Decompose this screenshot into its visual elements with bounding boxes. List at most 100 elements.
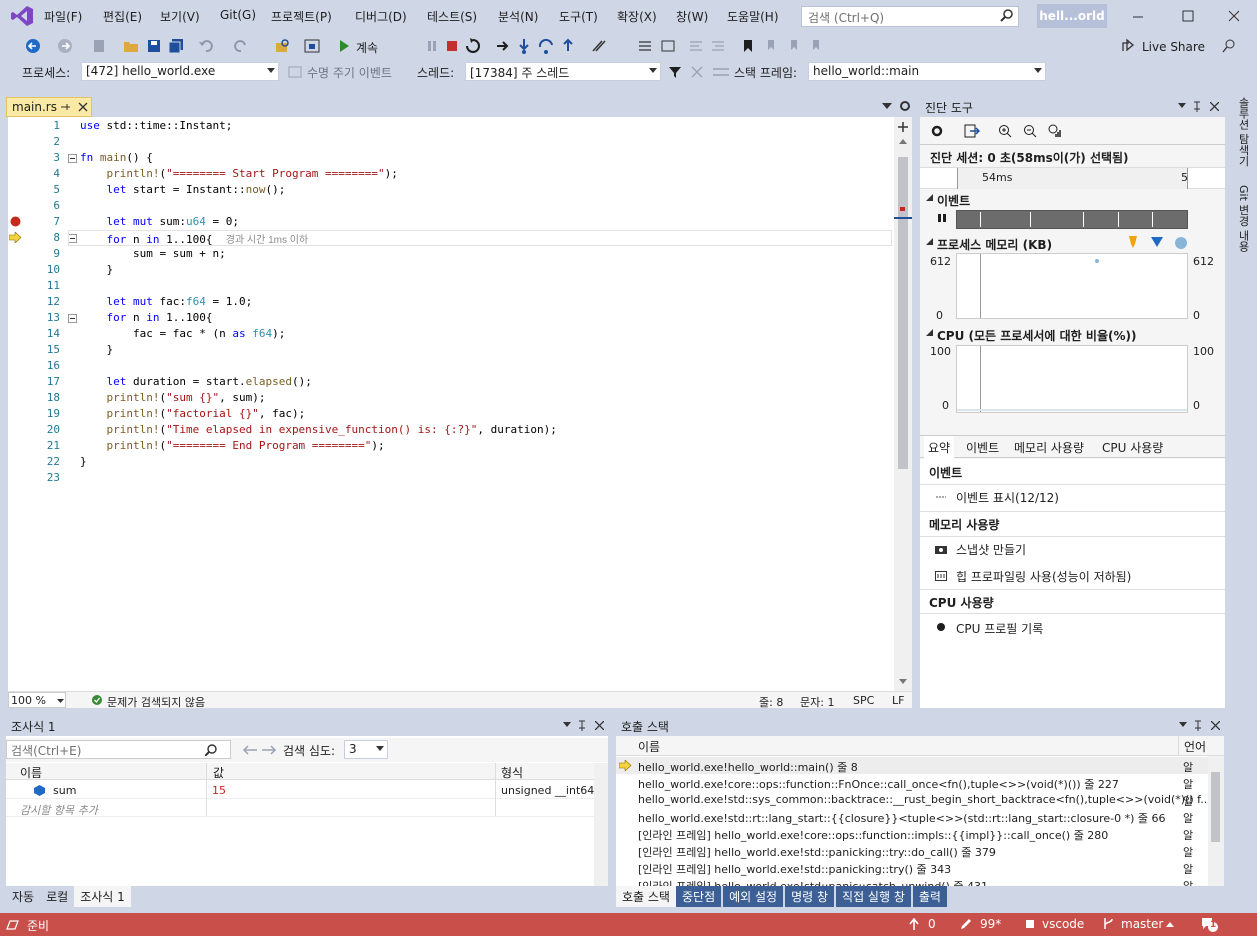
tab-exception-settings[interactable]: 예외 설정 (723, 886, 784, 907)
hex-display-icon[interactable] (590, 37, 608, 55)
continue-button[interactable]: 계속 (356, 39, 378, 56)
find-files-icon[interactable] (273, 37, 291, 55)
tab-command-window[interactable]: 명령 창 (785, 886, 835, 907)
pause-icon[interactable] (423, 37, 441, 55)
panel-close-icon[interactable] (1210, 102, 1219, 111)
collapse-main-icon[interactable] (68, 154, 77, 163)
tab-output[interactable]: 출력 (912, 886, 947, 907)
watch-close-icon[interactable] (595, 721, 604, 730)
show-next-statement-icon[interactable] (494, 37, 512, 55)
heap-profiling-toggle[interactable]: 힙 프로파일링 사용(성능이 저하됨) (956, 568, 1131, 585)
table-row[interactable]: [인라인 프레임] hello_world.exe!std::panic::ca… (616, 876, 1208, 886)
thread-dropdown[interactable]: [17384] 주 스레드 (465, 62, 661, 81)
stackframe-dropdown[interactable]: hello_world::main (808, 62, 1046, 81)
frame-name[interactable]: hello_world.exe!core::ops::function::FnO… (638, 776, 1119, 792)
scroll-down-icon[interactable] (899, 679, 907, 684)
tab-list-dropdown-icon[interactable] (882, 102, 892, 110)
menu-file[interactable]: 파일(F) (44, 8, 82, 25)
scroll-up-icon[interactable] (899, 139, 907, 144)
menu-git[interactable]: Git(G) (220, 8, 256, 22)
take-snapshot-link[interactable]: 스냅샷 만들기 (956, 541, 1026, 558)
step-into-icon[interactable] (515, 37, 533, 55)
table-row[interactable]: [인라인 프레임] hello_world.exe!std::panicking… (616, 842, 1208, 859)
branch-icon[interactable] (1102, 917, 1115, 930)
lifecycle-events-button[interactable]: 수명 주기 이벤트 (307, 64, 392, 81)
table-row[interactable]: [인라인 프레임] hello_world.exe!core::ops::fun… (616, 825, 1208, 842)
memory-collapse-icon[interactable] (926, 238, 933, 245)
whitespace-indicator[interactable]: SPC (853, 694, 874, 707)
menu-edit[interactable]: 편집(E) (103, 8, 142, 25)
callstack-close-icon[interactable] (1211, 721, 1220, 730)
record-cpu-profile-link[interactable]: CPU 프로필 기록 (956, 620, 1043, 637)
watch-add-hint[interactable]: 감시할 항목 추가 (20, 802, 98, 818)
branch-dropdown-icon[interactable] (1166, 922, 1174, 927)
watch-scrollbar[interactable] (594, 763, 608, 886)
frame-name[interactable]: [인라인 프레임] hello_world.exe!std::panic::ca… (638, 878, 988, 886)
search-depth-dropdown[interactable]: 3 (344, 740, 388, 759)
menu-view[interactable]: 보기(V) (160, 8, 200, 25)
table-row[interactable]: [인라인 프레임] hello_world.exe!std::panicking… (616, 859, 1208, 876)
menu-test[interactable]: 테스트(S) (427, 8, 477, 25)
live-share-button[interactable]: Live Share (1142, 40, 1205, 54)
split-icon[interactable] (896, 121, 910, 133)
tab-breakpoints[interactable]: 중단점 (675, 886, 722, 907)
process-dropdown[interactable]: [472] hello_world.exe (81, 62, 279, 81)
frame-name[interactable]: [인라인 프레임] hello_world.exe!std::panicking… (638, 861, 951, 877)
solution-explorer-tab[interactable]: 솔루션 탐색기 (1235, 97, 1251, 167)
events-collapse-icon[interactable] (926, 194, 933, 201)
watch-col-type[interactable]: 형식 (501, 764, 523, 781)
zoom-dropdown[interactable]: 100 % (8, 692, 66, 708)
back-icon[interactable] (24, 37, 42, 55)
breakpoint-icon[interactable] (10, 216, 21, 227)
thread-icon[interactable] (636, 37, 654, 55)
menu-tools[interactable]: 도구(T) (559, 8, 598, 25)
settings-gear-icon[interactable] (899, 100, 911, 112)
maximize-button[interactable] (1170, 4, 1206, 28)
tab-immediate-window[interactable]: 직접 실행 창 (836, 886, 911, 907)
reset-zoom-icon[interactable] (1048, 124, 1062, 138)
table-row[interactable]: hello_world.exe!core::ops::function::FnO… (616, 774, 1208, 791)
flag-thread-icon[interactable] (690, 65, 704, 79)
branch-name[interactable]: master (1121, 917, 1163, 931)
tab-memory-usage[interactable]: 메모리 사용량 (1014, 439, 1084, 456)
screenshot-icon[interactable] (303, 37, 321, 55)
panel-pin-icon[interactable] (1192, 101, 1202, 112)
table-row[interactable]: hello_world.exe!hello_world::main() 줄 8 … (616, 757, 1208, 774)
pencil-icon[interactable] (960, 918, 972, 930)
changes-count[interactable]: 99* (980, 917, 1001, 931)
show-events-link[interactable]: 이벤트 표시(12/12) (956, 489, 1059, 506)
code-editor[interactable]: 1 2 3 4 5 6 7 8 9 10 11 12 13 14 15 16 1… (8, 117, 912, 691)
callstack-col-name[interactable]: 이름 (638, 738, 660, 755)
repo-icon[interactable] (1024, 918, 1036, 930)
next-bookmark-icon[interactable] (785, 37, 803, 55)
watch-row-name[interactable]: sum (53, 784, 76, 797)
undo-icon[interactable] (197, 37, 215, 55)
continue-icon[interactable] (335, 37, 353, 55)
menu-debug[interactable]: 디버그(D) (355, 8, 407, 25)
table-row[interactable]: sum 15 unsigned __int64 (6, 782, 594, 799)
line-ending-indicator[interactable]: LF (892, 694, 904, 707)
close-window-button[interactable] (1216, 4, 1252, 28)
callstack-scrollbar[interactable] (1208, 756, 1224, 886)
zoom-in-icon[interactable] (998, 124, 1012, 138)
pause-events-icon[interactable] (937, 213, 947, 223)
cpu-collapse-icon[interactable] (926, 329, 933, 336)
tab-call-stack[interactable]: 호출 스택 (616, 886, 676, 907)
push-arrow-icon[interactable] (909, 918, 919, 930)
watch-add-row[interactable]: 감시할 항목 추가 (6, 800, 594, 817)
column-indicator[interactable]: 문자: 1 (800, 694, 834, 710)
tab-summary[interactable]: 요약 (924, 436, 955, 461)
menu-project[interactable]: 프로젝트(P) (271, 8, 332, 25)
tab-cpu-usage[interactable]: CPU 사용량 (1102, 439, 1163, 456)
step-out-icon[interactable] (559, 37, 577, 55)
settings-icon[interactable] (930, 124, 944, 138)
export-icon[interactable] (964, 124, 980, 138)
watch-row-value[interactable]: 15 (212, 784, 226, 797)
callstack-pin-icon[interactable] (1193, 720, 1203, 731)
vertical-scrollbar[interactable] (894, 117, 912, 691)
watch-search-input[interactable]: 검색(Ctrl+E) (6, 740, 231, 759)
search-forward-icon[interactable] (261, 744, 277, 756)
menu-analyze[interactable]: 분석(N) (498, 8, 538, 25)
tab-events[interactable]: 이벤트 (966, 439, 999, 456)
scrollbar-thumb[interactable] (898, 157, 908, 469)
